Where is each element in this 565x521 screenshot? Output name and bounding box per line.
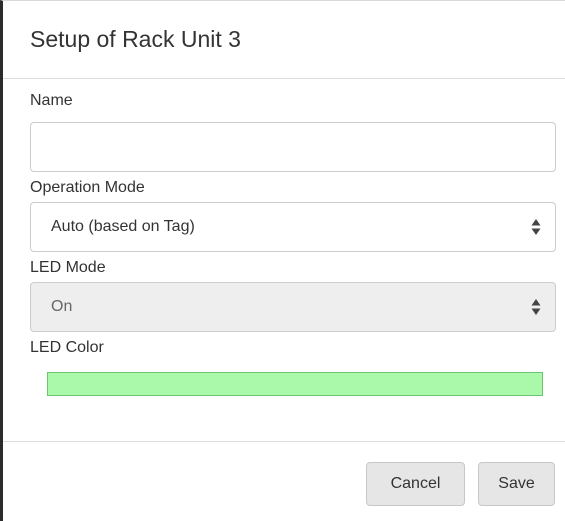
cancel-button[interactable]: Cancel	[366, 462, 465, 506]
up-down-arrows-icon	[531, 299, 541, 315]
operation-mode-value: Auto (based on Tag)	[51, 218, 195, 235]
operation-mode-select[interactable]: Auto (based on Tag)	[30, 202, 556, 252]
rack-unit-setup-dialog: Setup of Rack Unit 3 Name Operation Mode…	[0, 0, 565, 521]
led-mode-select[interactable]: On	[30, 282, 556, 332]
operation-mode-label: Operation Mode	[30, 179, 145, 196]
dialog-title: Setup of Rack Unit 3	[30, 26, 241, 52]
name-label: Name	[30, 92, 73, 109]
led-color-label: LED Color	[30, 339, 104, 356]
dialog-body: Name Operation Mode Auto (based on Tag) …	[3, 79, 565, 396]
save-button[interactable]: Save	[478, 462, 555, 506]
led-color-swatch[interactable]	[47, 372, 543, 396]
led-mode-label: LED Mode	[30, 259, 106, 276]
name-input[interactable]	[30, 122, 556, 172]
led-mode-value: On	[51, 298, 73, 315]
dialog-header: Setup of Rack Unit 3	[3, 1, 565, 79]
up-down-arrows-icon	[531, 219, 541, 235]
dialog-footer: Cancel Save	[3, 441, 565, 521]
